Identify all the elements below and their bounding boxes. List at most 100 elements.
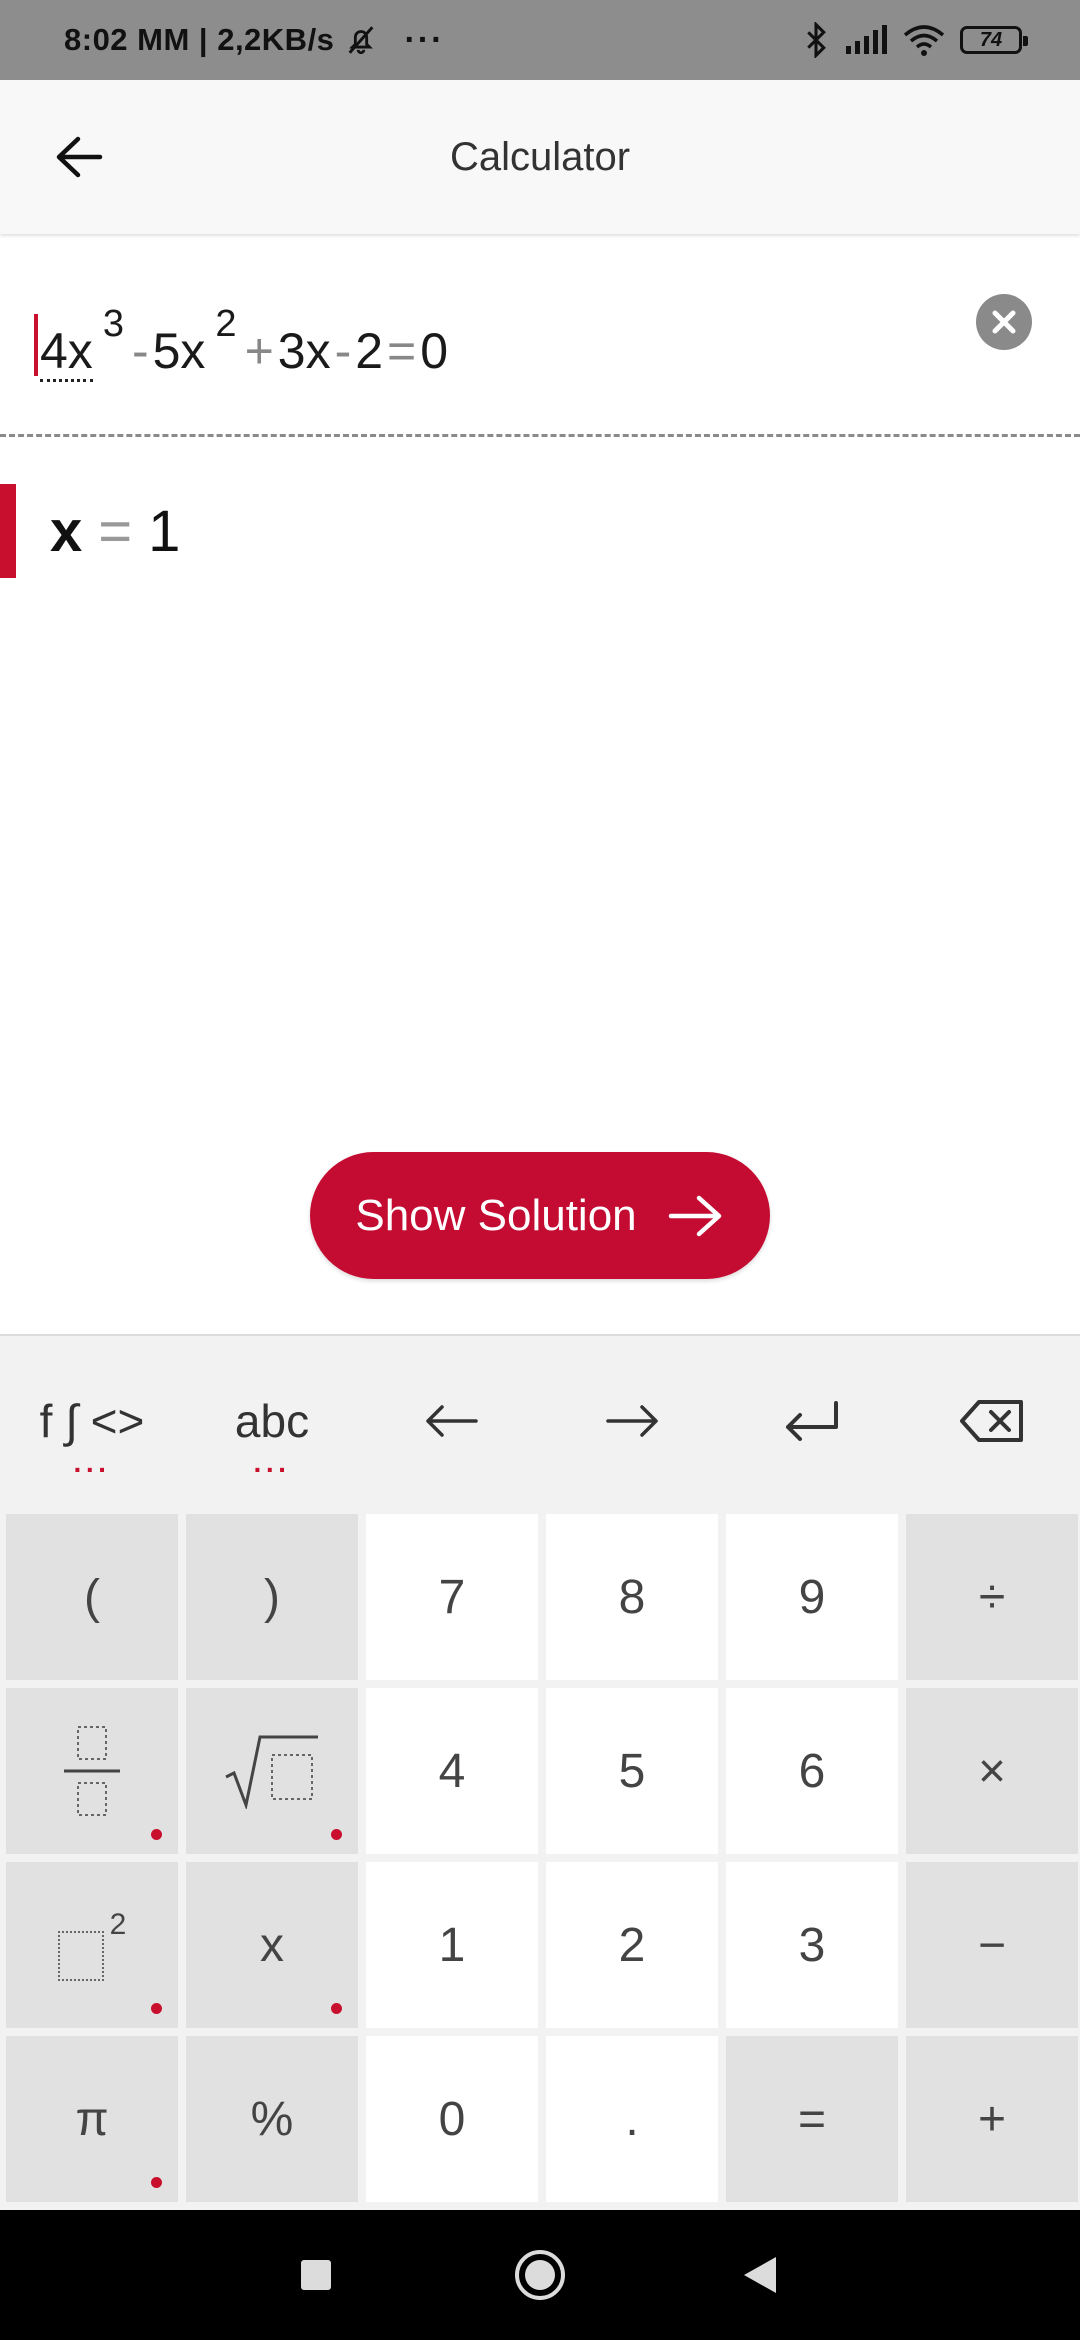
bluetooth-icon: [807, 22, 826, 58]
more-options-indicator: [331, 2003, 342, 2014]
key-fraction[interactable]: [6, 1688, 178, 1854]
show-solution-label: Show Solution: [355, 1190, 637, 1240]
key-5[interactable]: 5: [546, 1688, 718, 1854]
enter-key[interactable]: [722, 1336, 902, 1506]
key-1[interactable]: 1: [366, 1862, 538, 2028]
key-label: −: [977, 1918, 1007, 1972]
key-2[interactable]: 2: [546, 1862, 718, 2028]
key-square-root[interactable]: [186, 1688, 358, 1854]
key-label: x: [260, 1918, 284, 1972]
key-label: ): [264, 1570, 280, 1624]
key-0[interactable]: 0: [366, 2036, 538, 2202]
page-title: Calculator: [449, 134, 631, 179]
key-label: .: [625, 2092, 639, 2146]
expression-input[interactable]: 4x 3 -5x 2 +3x-2=0: [0, 240, 1080, 436]
app-bar: Calculator: [0, 80, 1080, 234]
expr-term: 2: [355, 323, 384, 379]
key-label: 9: [798, 1570, 826, 1624]
clear-button[interactable]: [976, 294, 1032, 350]
key-label: ×: [977, 1744, 1007, 1798]
letters-key[interactable]: abc ···: [182, 1336, 362, 1506]
battery-icon: 74: [960, 26, 1028, 54]
arrow-right-icon: [606, 1405, 658, 1437]
text-cursor: [34, 314, 38, 376]
key-open-paren[interactable]: (: [6, 1514, 178, 1680]
recents-button[interactable]: [256, 2210, 376, 2340]
key-plus[interactable]: +: [906, 2036, 1078, 2202]
back-nav-button[interactable]: [700, 2210, 820, 2340]
arrow-left-icon: [426, 1405, 478, 1437]
more-options-indicator: ···: [253, 1454, 291, 1485]
key-exponent-label: 2: [109, 1908, 127, 1941]
expr-operator: =: [387, 323, 417, 379]
cursor-left-key[interactable]: [362, 1336, 542, 1506]
expr-exponent: 3: [102, 303, 124, 345]
expr-term: 3x: [277, 323, 331, 379]
key-label: 2: [618, 1918, 646, 1972]
key-x[interactable]: x: [186, 1862, 358, 2028]
square-icon: [301, 2260, 331, 2290]
keyboard-toolbar: f ∫ <> ··· abc ···: [0, 1336, 1080, 1512]
key-multiply[interactable]: ×: [906, 1688, 1078, 1854]
expr-exponent: 2: [215, 303, 237, 345]
key-square[interactable]: 2: [6, 1862, 178, 2028]
status-bar: 8:02 MM | 2,2KB/s ··· 74: [0, 0, 1080, 80]
expr-operator: -: [334, 323, 352, 379]
key-label: 4: [438, 1744, 466, 1798]
result-value: 1: [148, 499, 181, 564]
key-label: 5: [618, 1744, 646, 1798]
key-pi[interactable]: π: [6, 2036, 178, 2202]
key-label: 1: [438, 1918, 466, 1972]
backspace-key[interactable]: [902, 1336, 1080, 1506]
key-label: 8: [618, 1570, 646, 1624]
expression: 4x 3 -5x 2 +3x-2=0: [40, 303, 449, 382]
enter-icon: [786, 1401, 838, 1441]
key-decimal[interactable]: .: [546, 2036, 718, 2202]
cursor-right-key[interactable]: [542, 1336, 722, 1506]
expr-term: 4x: [40, 323, 93, 382]
key-9[interactable]: 9: [726, 1514, 898, 1680]
key-7[interactable]: 7: [366, 1514, 538, 1680]
key-percent[interactable]: %: [186, 2036, 358, 2202]
system-nav-bar: [0, 2210, 1080, 2340]
expr-term: 0: [420, 323, 449, 379]
key-8[interactable]: 8: [546, 1514, 718, 1680]
key-label: ÷: [978, 1570, 1006, 1624]
show-solution-button[interactable]: Show Solution: [310, 1152, 770, 1279]
key-label: π: [75, 2092, 109, 2146]
result: x = 1: [50, 498, 180, 565]
more-options-indicator: [151, 2177, 162, 2188]
more-options-indicator: [151, 1829, 162, 1840]
key-equals[interactable]: =: [726, 2036, 898, 2202]
key-label: 0: [438, 2092, 466, 2146]
key-4[interactable]: 4: [366, 1688, 538, 1854]
result-equals: =: [98, 499, 133, 564]
key-label: (: [84, 1570, 100, 1624]
key-label: +: [977, 2092, 1007, 2146]
functions-label: f ∫ <>: [39, 1395, 145, 1447]
bell-off-icon: [349, 26, 374, 55]
letters-label: abc: [234, 1395, 310, 1447]
key-3[interactable]: 3: [726, 1862, 898, 2028]
circle-icon: [515, 2250, 565, 2300]
key-6[interactable]: 6: [726, 1688, 898, 1854]
more-options-indicator: [331, 1829, 342, 1840]
key-label: 3: [798, 1918, 826, 1972]
divider: [0, 434, 1080, 437]
result-variable: x: [50, 499, 83, 564]
fraction-icon: [64, 1726, 120, 1816]
battery-level: 74: [979, 28, 1003, 51]
key-close-paren[interactable]: ): [186, 1514, 358, 1680]
key-label: 6: [798, 1744, 826, 1798]
more-options-indicator: ···: [73, 1454, 111, 1485]
signal-icon: [846, 25, 887, 54]
key-minus[interactable]: −: [906, 1862, 1078, 2028]
status-left: 8:02 MM | 2,2KB/s ···: [64, 0, 444, 80]
expr-operator: -: [131, 323, 149, 379]
status-time-network: 8:02 MM | 2,2KB/s: [64, 22, 335, 57]
triangle-back-icon: [744, 2257, 776, 2293]
close-icon: [992, 310, 1016, 334]
key-divide[interactable]: ÷: [906, 1514, 1078, 1680]
functions-key[interactable]: f ∫ <> ···: [2, 1336, 182, 1506]
home-button[interactable]: [480, 2210, 600, 2340]
